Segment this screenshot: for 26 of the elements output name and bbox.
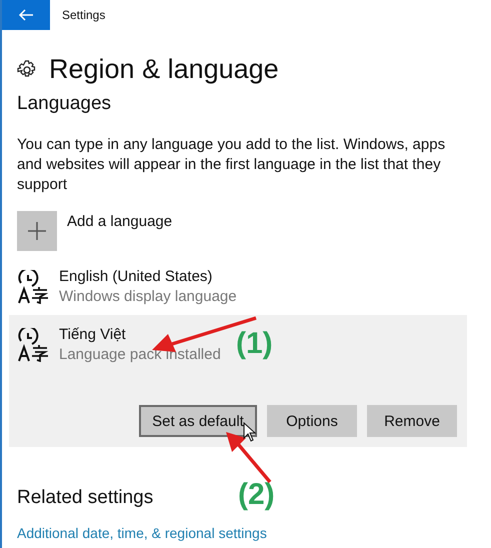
page-title: Region & language <box>49 54 279 85</box>
add-language-button[interactable] <box>17 211 57 251</box>
description-text: You can type in any language you add to the list. Windows, apps and websites will appear in the first language in the list that they support <box>17 135 446 195</box>
annotation-label: (2) <box>238 478 275 512</box>
language-item[interactable]: English (United States) Windows display language <box>17 267 476 307</box>
section-heading: Languages <box>17 93 112 115</box>
action-button[interactable]: Set as default <box>139 405 257 437</box>
gear-icon <box>17 60 37 80</box>
language-status: Language pack installed <box>59 345 221 365</box>
regional-settings-link[interactable]: Additional date, time, & regional settings <box>17 525 476 541</box>
language-name: Tiếng Việt <box>59 325 126 345</box>
plus-icon <box>28 222 46 240</box>
action-button[interactable]: Remove <box>367 405 457 437</box>
language-icon <box>17 328 49 362</box>
language-status: Windows display language <box>59 287 237 307</box>
back-arrow-icon <box>18 9 34 21</box>
back-button[interactable] <box>2 0 50 30</box>
add-language-label[interactable]: Add a language <box>67 213 172 230</box>
annotation-label: (1) <box>236 327 273 361</box>
language-icon <box>17 270 49 304</box>
action-button[interactable]: Options <box>267 405 357 437</box>
window-title: Settings <box>62 8 106 22</box>
annotation-arrow <box>226 432 272 484</box>
mouse-cursor-icon <box>244 422 256 442</box>
language-name: English (United States) <box>59 267 212 287</box>
section-heading: Related settings <box>17 487 154 509</box>
